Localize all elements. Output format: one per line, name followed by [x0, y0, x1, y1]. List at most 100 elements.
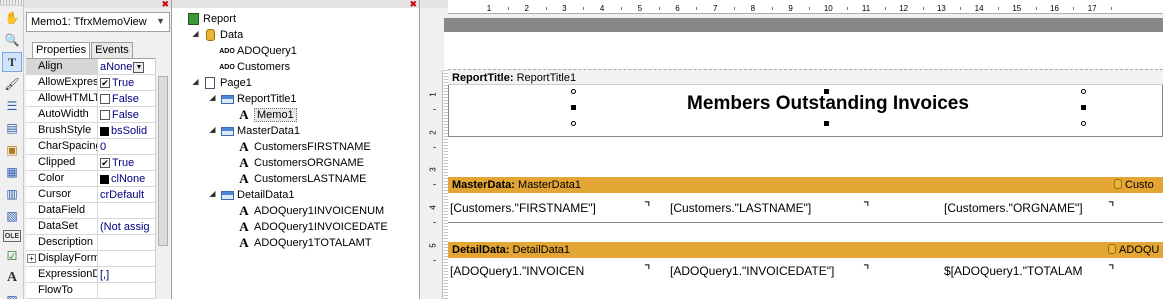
- expand-icon[interactable]: +: [27, 254, 36, 263]
- tree-node[interactable]: ◢ Data: [192, 27, 243, 43]
- tree-node[interactable]: A ADOQuery1INVOICENUM: [237, 203, 384, 219]
- ruler-mark: [433, 146, 436, 148]
- close-icon[interactable]: ✖: [161, 0, 169, 10]
- property-row[interactable]: Color clNone: [26, 171, 164, 187]
- memo-invoicedate[interactable]: [ADOQuery1."INVOICEDATE"]: [670, 264, 870, 278]
- tree-node-label: DetailData1: [237, 189, 295, 201]
- property-row[interactable]: ExpressionDe[,]: [26, 267, 164, 283]
- more-icon[interactable]: ▨: [2, 290, 22, 299]
- tree-node-label: CustomersLASTNAME: [254, 173, 367, 185]
- band-body-report-title[interactable]: Members Outstanding Invoices: [448, 85, 1163, 137]
- property-row[interactable]: Cursor crDefault: [26, 187, 164, 203]
- memo-invoicenum[interactable]: [ADOQuery1."INVOICEN: [450, 264, 602, 278]
- property-row[interactable]: +DisplayForma: [26, 251, 164, 267]
- text-icon[interactable]: A: [2, 268, 22, 288]
- subreport-icon[interactable]: ▦: [2, 162, 22, 182]
- ruler-tick-label: 14: [974, 4, 984, 13]
- picture-icon[interactable]: ▣: [2, 140, 22, 160]
- selection-handle[interactable]: [571, 121, 576, 126]
- property-row[interactable]: Description: [26, 235, 164, 251]
- band-body-master-data[interactable]: [Customers."FIRSTNAME"] [Customers."LAST…: [448, 193, 1163, 223]
- property-scrollbar[interactable]: [155, 58, 169, 299]
- tree-titlebar[interactable]: ✖: [172, 0, 419, 10]
- memo-title[interactable]: Members Outstanding Invoices: [573, 93, 1083, 115]
- tree-node[interactable]: A CustomersLASTNAME: [237, 171, 366, 187]
- selection-handle[interactable]: [571, 105, 576, 110]
- memo-customers-lastname[interactable]: [Customers."LASTNAME"]: [670, 201, 870, 215]
- ole-icon[interactable]: OLE: [3, 230, 21, 242]
- checkbox[interactable]: ✔: [100, 78, 110, 88]
- text-icon: A: [239, 219, 249, 234]
- richtext-icon[interactable]: ▧: [2, 206, 22, 226]
- ruler-tick-label: 9: [788, 4, 793, 13]
- checkbox[interactable]: ✔: [100, 158, 110, 168]
- ruler-mark: [545, 7, 547, 10]
- tree-node[interactable]: A ADOQuery1TOTALAMT: [237, 235, 371, 251]
- collapse-icon[interactable]: ◢: [208, 94, 217, 103]
- selection-handle[interactable]: [571, 89, 576, 94]
- property-row[interactable]: DataSet (Not assig: [26, 219, 164, 235]
- memo-bracket: ⌝: [1108, 199, 1115, 215]
- band-icon[interactable]: ☰: [2, 96, 22, 116]
- inspector-titlebar[interactable]: ✖: [24, 0, 171, 10]
- memo-icon[interactable]: ▤: [2, 118, 22, 138]
- tree-node[interactable]: A CustomersFIRSTNAME: [237, 139, 370, 155]
- chart-icon[interactable]: ▥: [2, 184, 22, 204]
- memo-bracket: ⌝: [644, 262, 651, 278]
- property-row[interactable]: BrushStyle bsSolid: [26, 123, 164, 139]
- zoom-icon[interactable]: 🔍: [2, 30, 22, 50]
- ruler-mark: [922, 7, 924, 10]
- property-row[interactable]: FlowTo: [26, 283, 164, 299]
- scrollbar-thumb[interactable]: [158, 76, 168, 246]
- ruler-mark: [433, 222, 436, 224]
- chevron-down-icon[interactable]: ▼: [133, 61, 145, 73]
- property-row[interactable]: AllowHTMLTa False: [26, 91, 164, 107]
- hand-icon[interactable]: ✋: [2, 8, 22, 28]
- collapse-icon[interactable]: ◢: [191, 78, 200, 87]
- tree-node[interactable]: ◢ ReportTitle1: [209, 91, 296, 107]
- band-header-detail-data[interactable]: DetailData: DetailData1 ADOQU: [448, 242, 1163, 258]
- tree-node[interactable]: A CustomersORGNAME: [237, 155, 364, 171]
- text-tool-icon[interactable]: T: [2, 52, 22, 72]
- tree-node[interactable]: ◢ DetailData1: [209, 187, 295, 203]
- brush-icon[interactable]: 🖌: [2, 74, 22, 94]
- selection-handle[interactable]: [824, 121, 829, 126]
- close-icon[interactable]: ✖: [409, 0, 417, 10]
- memo-customers-firstname[interactable]: [Customers."FIRSTNAME"]: [450, 201, 650, 215]
- selection-handle[interactable]: [1081, 121, 1086, 126]
- tree-node[interactable]: A Memo1: [237, 107, 297, 123]
- band-header-report-title[interactable]: ReportTitle: ReportTitle1: [448, 69, 1163, 85]
- band-header-master-data[interactable]: MasterData: MasterData1 Custo: [448, 177, 1163, 193]
- selection-handle[interactable]: [1081, 89, 1086, 94]
- object-selector[interactable]: Memo1: TfrxMemoView ▼: [26, 12, 170, 32]
- tree-node[interactable]: A ADOQuery1INVOICEDATE: [237, 219, 387, 235]
- checkbox-icon[interactable]: ☑: [2, 246, 22, 266]
- property-row[interactable]: AutoWidth False: [26, 107, 164, 123]
- checkbox[interactable]: [100, 94, 110, 104]
- selection-handle[interactable]: [824, 89, 829, 94]
- collapse-icon[interactable]: ◢: [191, 30, 200, 39]
- memo-customers-orgname[interactable]: [Customers."ORGNAME"]: [944, 201, 1104, 215]
- tree-node[interactable]: ADO ADOQuery1: [219, 43, 297, 59]
- band-body-detail-data[interactable]: [ADOQuery1."INVOICEN [ADOQuery1."INVOICE…: [448, 258, 1163, 288]
- property-row[interactable]: DataField: [26, 203, 164, 219]
- tree-node[interactable]: ADO Customers: [219, 59, 290, 75]
- tree-node[interactable]: Report: [186, 11, 236, 27]
- checkbox[interactable]: [100, 110, 110, 120]
- property-row[interactable]: Clipped ✔ True: [26, 155, 164, 171]
- collapse-icon[interactable]: ◢: [208, 126, 217, 135]
- property-row[interactable]: AllowExpress ✔ True: [26, 75, 164, 91]
- ruler-mark: [620, 7, 622, 10]
- property-name: AllowHTMLTa: [26, 91, 98, 106]
- memo-totalamt[interactable]: $[ADOQuery1."TOTALAM: [944, 264, 1104, 278]
- tab-properties[interactable]: Properties: [32, 42, 91, 59]
- tree-node[interactable]: ◢ MasterData1: [209, 123, 300, 139]
- selection-handle[interactable]: [1081, 105, 1086, 110]
- property-row[interactable]: Align aNone ▼: [26, 59, 164, 75]
- collapse-icon[interactable]: ◢: [208, 190, 217, 199]
- toolbar-grip[interactable]: [0, 0, 23, 6]
- tree-node[interactable]: ◢ Page1: [192, 75, 252, 91]
- tab-events[interactable]: Events: [91, 42, 133, 58]
- property-row[interactable]: CharSpacing 0: [26, 139, 164, 155]
- chevron-down-icon[interactable]: ▼: [156, 16, 165, 26]
